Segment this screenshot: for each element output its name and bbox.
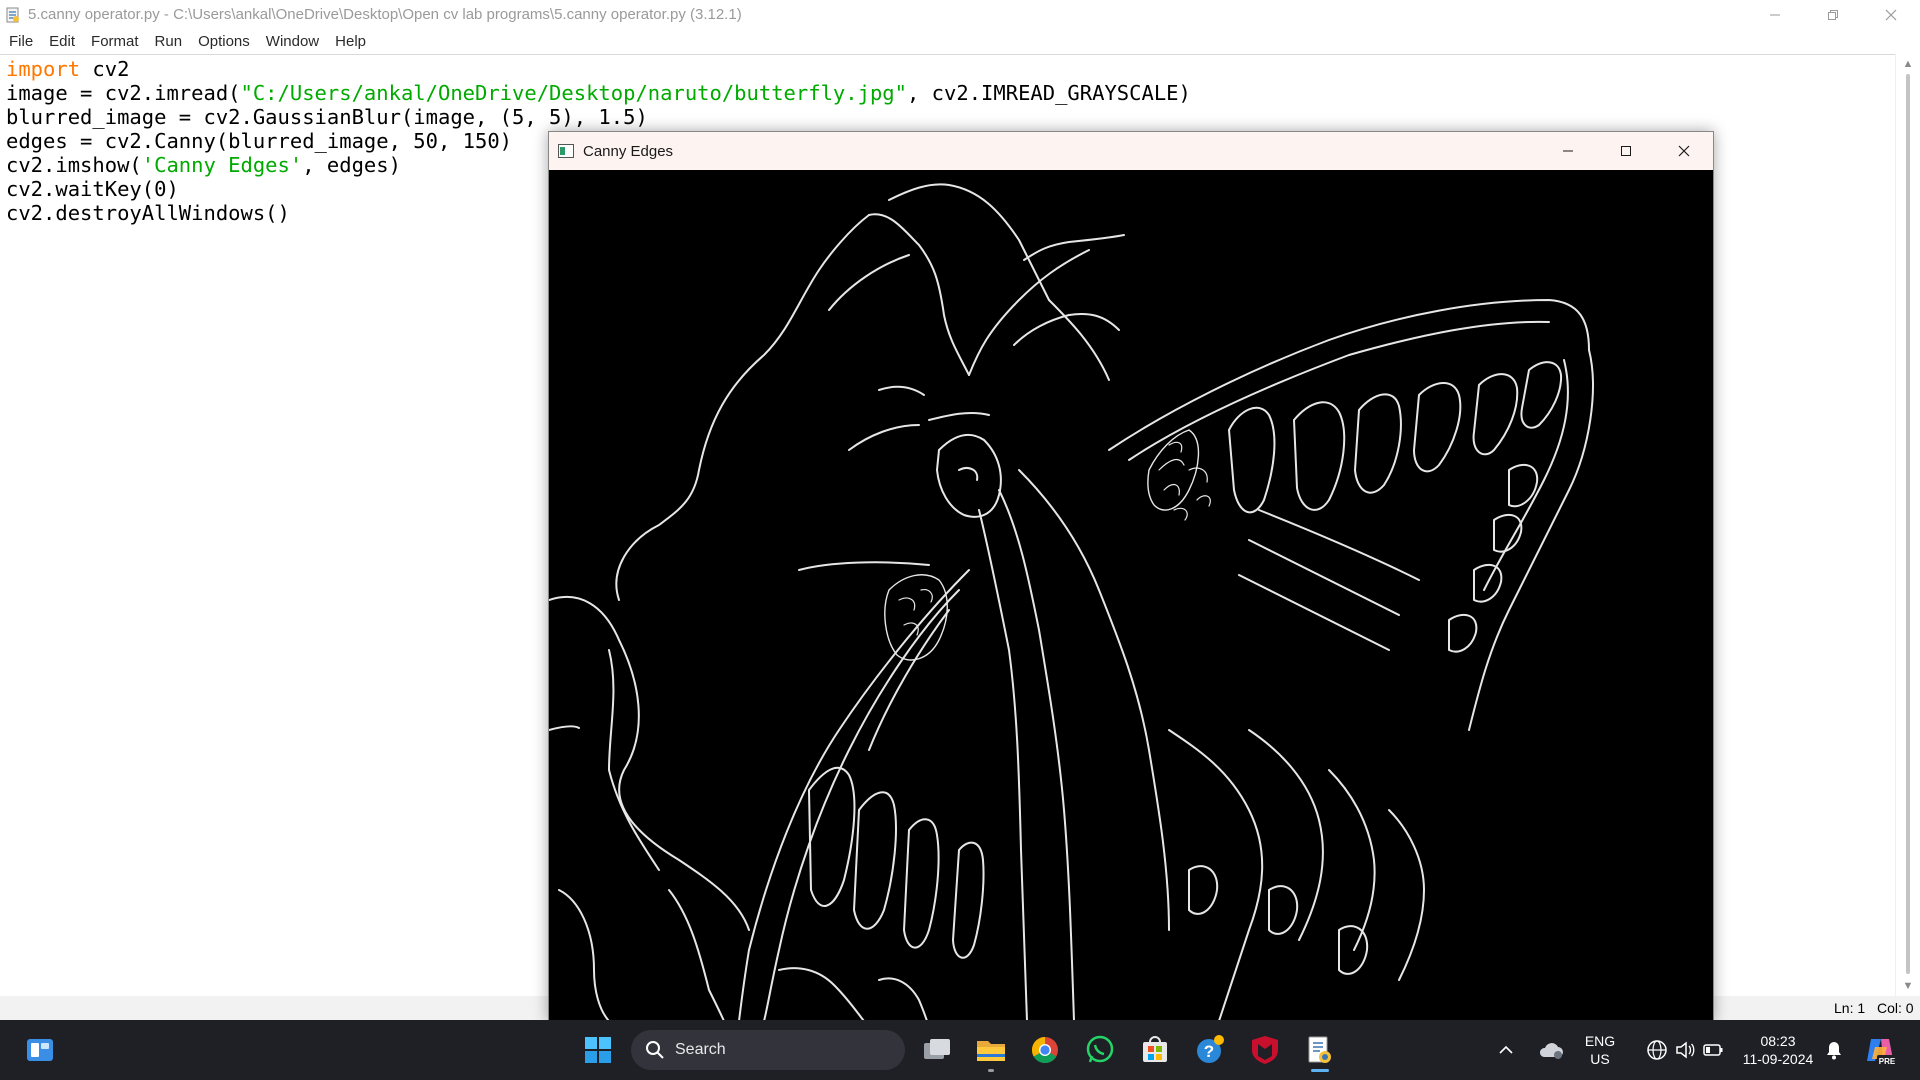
store-icon [1143, 1036, 1167, 1062]
active-indicator [1311, 1069, 1329, 1072]
cv-close-button[interactable] [1655, 132, 1713, 170]
widgets-icon [27, 1039, 53, 1061]
line-number: Ln: 1 [1834, 1000, 1866, 1016]
chevron-up-icon [1499, 1045, 1513, 1054]
whatsapp-icon [1086, 1035, 1114, 1063]
code-token: , cv2.IMREAD_GRAYSCALE) [906, 81, 1191, 105]
pre-badge: PRE [1879, 1057, 1896, 1066]
file-explorer-button[interactable] [967, 1026, 1015, 1074]
minimize-button[interactable] [1746, 0, 1804, 29]
code-token: cv2.imshow( [6, 153, 142, 177]
language-indicator[interactable]: ENG US [1580, 1032, 1620, 1068]
menu-window[interactable]: Window [258, 29, 327, 54]
window-app-icon [558, 144, 574, 158]
show-hidden-icons-button[interactable] [1488, 1026, 1524, 1074]
search-icon [646, 1041, 664, 1059]
python-file-icon [6, 7, 19, 22]
clock[interactable]: 08:23 11-09-2024 [1738, 1032, 1818, 1068]
code-line-1: import cv2 [6, 57, 1191, 81]
idle-title-bar: 5.canny operator.py - C:\Users\ankal\One… [0, 0, 1920, 29]
search-label: Search [675, 1041, 726, 1058]
vertical-scrollbar[interactable]: ▲ ▼ [1895, 54, 1920, 996]
whatsapp-button[interactable] [1076, 1026, 1124, 1074]
menu-edit[interactable]: Edit [41, 29, 83, 54]
running-indicator [988, 1069, 994, 1072]
keyword-import: import [6, 57, 81, 81]
cv-maximize-button[interactable] [1597, 132, 1655, 170]
window-title: 5.canny operator.py - C:\Users\ankal\One… [28, 6, 742, 23]
close-icon [1885, 9, 1897, 20]
clock-date: 11-09-2024 [1742, 1051, 1814, 1067]
code-line-2: image = cv2.imread("C:/Users/ankal/OneDr… [6, 81, 1191, 105]
canny-edge-image [549, 170, 1713, 1021]
menu-run[interactable]: Run [147, 29, 191, 54]
task-view-button[interactable] [913, 1026, 961, 1074]
widgets-button[interactable] [16, 1026, 64, 1074]
restore-icon [1828, 9, 1838, 20]
quick-settings-button[interactable] [1630, 1026, 1740, 1074]
close-icon [1678, 145, 1690, 157]
menu-format[interactable]: Format [83, 29, 147, 54]
scroll-down-icon[interactable]: ▼ [1896, 976, 1920, 996]
string-literal: 'Canny Edges' [141, 153, 303, 177]
language-label: ENG [1584, 1033, 1616, 1049]
minimize-icon [1563, 150, 1573, 152]
copilot-button[interactable]: PRE [1856, 1026, 1904, 1074]
mcafee-shield-icon [1252, 1036, 1278, 1064]
taskbar-search[interactable]: Search [631, 1030, 905, 1070]
code-token: image = cv2.imread( [6, 81, 241, 105]
help-icon: ? [1197, 1035, 1224, 1063]
clock-time: 08:23 [1760, 1033, 1796, 1049]
restore-button[interactable] [1804, 0, 1862, 29]
onedrive-cloud-icon [1539, 1043, 1563, 1059]
menu-bar: File Edit Format Run Options Window Help [0, 29, 1920, 54]
scrollbar-thumb[interactable] [1906, 74, 1910, 974]
chrome-button[interactable] [1021, 1026, 1069, 1074]
cv-window-title: Canny Edges [583, 142, 674, 160]
microsoft-store-button[interactable] [1131, 1026, 1179, 1074]
code-token: cv2 [80, 57, 130, 81]
mcafee-button[interactable] [1241, 1026, 1289, 1074]
copilot-icon: PRE [1867, 1039, 1897, 1066]
cv-window-title-bar[interactable]: Canny Edges [549, 132, 1713, 170]
folder-icon [977, 1041, 1005, 1061]
get-help-button[interactable]: ? [1186, 1026, 1234, 1074]
string-literal: "C:/Users/ankal/OneDrive/Desktop/naruto/… [240, 81, 907, 105]
onedrive-button[interactable] [1529, 1026, 1573, 1074]
bell-icon [1827, 1042, 1841, 1060]
code-line-3: blurred_image = cv2.GaussianBlur(image, … [6, 105, 648, 129]
cv-minimize-button[interactable] [1539, 132, 1597, 170]
python-idle-icon [1308, 1036, 1331, 1063]
chrome-icon [1031, 1036, 1058, 1064]
start-button[interactable] [574, 1026, 622, 1074]
windows-logo-icon [585, 1037, 611, 1063]
minimize-icon [1770, 14, 1780, 15]
maximize-icon [1621, 146, 1631, 156]
menu-file[interactable]: File [0, 29, 41, 54]
column-number: Col: 0 [1877, 1000, 1914, 1016]
scroll-up-icon[interactable]: ▲ [1896, 54, 1920, 74]
code-token: , edges) [302, 153, 401, 177]
menu-help[interactable]: Help [327, 29, 374, 54]
taskbar: Search ? ENG US 08:23 11-09-2024 PRE [0, 1020, 1920, 1080]
task-view-icon [924, 1039, 950, 1059]
speaker-icon [1676, 1041, 1695, 1059]
network-globe-icon [1647, 1040, 1667, 1060]
idle-taskbar-button[interactable] [1296, 1026, 1344, 1074]
notifications-button[interactable] [1819, 1026, 1849, 1074]
svg-text:?: ? [1204, 1042, 1214, 1061]
region-label: US [1590, 1051, 1610, 1067]
close-button[interactable] [1862, 0, 1920, 29]
menu-options[interactable]: Options [190, 29, 258, 54]
battery-icon [1703, 1044, 1723, 1056]
canny-edges-window[interactable]: Canny Edges [548, 131, 1714, 1022]
